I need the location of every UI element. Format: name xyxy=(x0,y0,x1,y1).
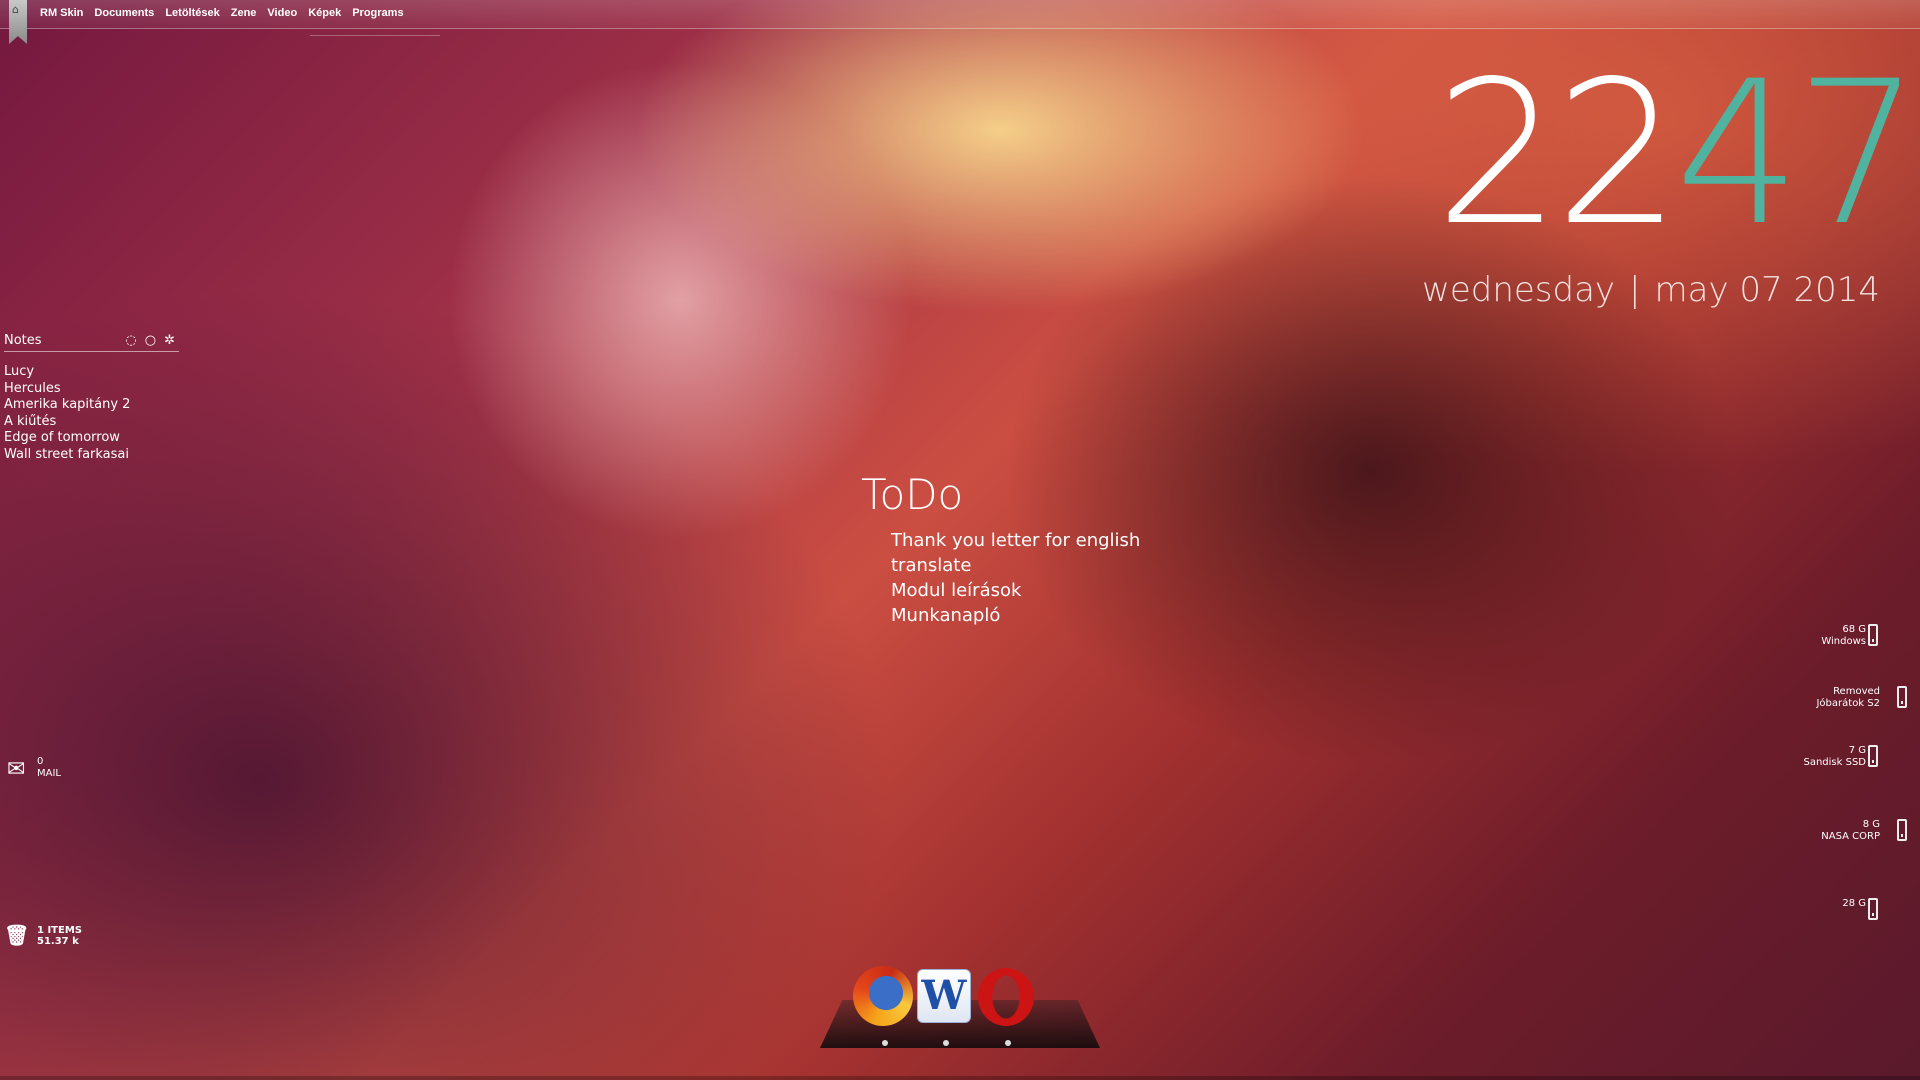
date-separator: | xyxy=(1629,270,1641,310)
mail-icon: ✉ xyxy=(7,757,26,782)
menu-item-music[interactable]: Zene xyxy=(231,7,257,19)
drive-28g[interactable]: 28 G xyxy=(1842,898,1866,910)
drive-icon xyxy=(1868,898,1878,920)
todo-title: ToDo xyxy=(861,470,964,519)
notes-header: Notes ◌ ○ ✲ xyxy=(4,333,179,352)
notes-title: Notes xyxy=(4,333,42,348)
top-menu-bar: ⌂ RM Skin Documents Letöltések Zene Vide… xyxy=(0,0,1920,44)
drive-name: Sandisk SSD xyxy=(1803,757,1866,768)
mail-info: 0 MAIL xyxy=(37,756,61,780)
drive-icon xyxy=(1868,745,1878,767)
bottom-edge xyxy=(0,1076,1920,1080)
list-item[interactable]: Amerika kapitány 2 xyxy=(4,397,130,414)
list-item[interactable]: Hercules xyxy=(4,381,130,398)
list-item[interactable]: A kiűtés xyxy=(4,414,130,431)
mail-label: MAIL xyxy=(37,768,61,779)
drive-name: Windows xyxy=(1821,636,1866,647)
drive-name: Jóbarátok S2 xyxy=(1816,698,1880,709)
todo-item[interactable]: Modul leírások xyxy=(891,578,1140,603)
drive-size: 28 G xyxy=(1842,898,1866,909)
drive-icon xyxy=(1897,819,1907,841)
clock-hours: 22 xyxy=(1435,38,1681,269)
clock-minutes: 47 xyxy=(1674,38,1920,269)
drive-windows[interactable]: 68 G Windows xyxy=(1821,624,1866,648)
date-weekday: wednesday xyxy=(1422,270,1616,310)
menu-item-programs[interactable]: Programs xyxy=(352,7,403,19)
notes-list: Lucy Hercules Amerika kapitány 2 A kiűté… xyxy=(4,364,130,463)
notes-controls: ◌ ○ ✲ xyxy=(125,333,175,348)
dock-indicator xyxy=(882,1040,888,1046)
drive-nasa-corp[interactable]: 8 G NASA CORP xyxy=(1821,819,1880,843)
home-icon: ⌂ xyxy=(12,3,19,16)
drive-removable[interactable]: Removed Jóbarátok S2 xyxy=(1816,686,1880,710)
drive-size: Removed xyxy=(1833,686,1880,697)
refresh-icon[interactable]: ◌ xyxy=(125,333,136,348)
drive-name: NASA CORP xyxy=(1821,831,1880,842)
clock-widget: 2247 xyxy=(1435,55,1920,253)
menu-item-video[interactable]: Video xyxy=(267,7,297,19)
opera-icon[interactable] xyxy=(978,968,1034,1026)
menu-divider xyxy=(310,35,440,36)
drive-icon xyxy=(1868,624,1878,646)
trash-icon: 🗑 xyxy=(4,923,30,947)
recycle-bin-items: 1 ITEMS xyxy=(37,925,82,936)
todo-item[interactable]: Munkanapló xyxy=(891,603,1140,628)
dock-indicator xyxy=(943,1040,949,1046)
menu-item-downloads[interactable]: Letöltések xyxy=(165,7,219,19)
todo-item[interactable]: translate xyxy=(891,553,1140,578)
drive-size: 7 G xyxy=(1848,745,1866,756)
menu-items: RM Skin Documents Letöltések Zene Video … xyxy=(40,7,404,19)
list-item[interactable]: Lucy xyxy=(4,364,130,381)
circle-icon[interactable]: ○ xyxy=(145,333,156,348)
date-full: may 07 2014 xyxy=(1654,270,1880,310)
settings-icon[interactable]: ✲ xyxy=(164,333,175,348)
menu-item-documents[interactable]: Documents xyxy=(94,7,154,19)
todo-list: Thank you letter for english translate M… xyxy=(891,528,1140,628)
drive-size: 8 G xyxy=(1862,819,1880,830)
recycle-bin-size: 51.37 k xyxy=(37,936,79,947)
mail-count: 0 xyxy=(37,756,44,767)
date-display: wednesday | may 07 2014 xyxy=(1422,270,1880,310)
drive-icon xyxy=(1897,686,1907,708)
list-item[interactable]: Edge of tomorrow xyxy=(4,430,130,447)
menu-item-rm-skin[interactable]: RM Skin xyxy=(40,7,83,19)
dock-indicator xyxy=(1005,1040,1011,1046)
firefox-icon[interactable] xyxy=(853,966,913,1026)
todo-item[interactable]: Thank you letter for english xyxy=(891,528,1140,553)
recycle-bin-info: 1 ITEMS 51.37 k xyxy=(37,925,97,947)
word-icon[interactable]: W xyxy=(917,969,971,1023)
list-item[interactable]: Wall street farkasai xyxy=(4,447,130,464)
menu-item-pictures[interactable]: Képek xyxy=(308,7,341,19)
home-bookmark-icon[interactable]: ⌂ xyxy=(9,0,27,44)
drive-size: 68 G xyxy=(1842,624,1866,635)
drive-sandisk-ssd[interactable]: 7 G Sandisk SSD xyxy=(1803,745,1866,769)
